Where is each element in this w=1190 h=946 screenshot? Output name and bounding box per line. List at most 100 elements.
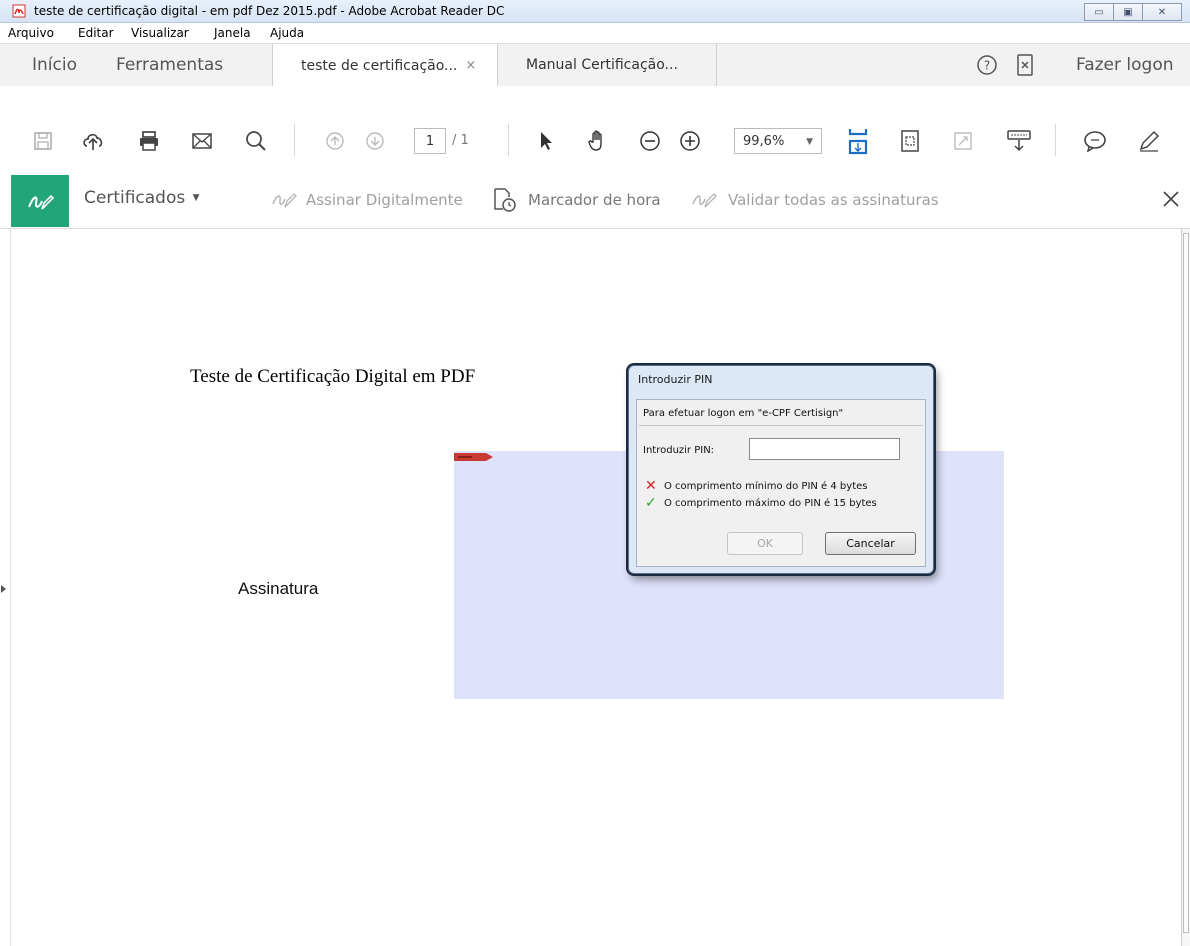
- logon-text: Para efetuar logon em "e-CPF Certisign": [643, 408, 844, 419]
- scrollbar-thumb[interactable]: [1183, 233, 1189, 933]
- validate-all-signatures-button[interactable]: Validar todas as assinaturas: [728, 191, 939, 209]
- pin-max-rule: O comprimento máximo do PIN é 15 bytes: [664, 498, 877, 509]
- page-total: / 1: [452, 133, 469, 148]
- hand-tool-button[interactable]: [585, 128, 611, 154]
- page-up-icon: [326, 132, 344, 150]
- menu-ajuda[interactable]: Ajuda: [270, 26, 304, 40]
- upload-button[interactable]: [80, 128, 106, 154]
- acrobat-pdf-icon: [12, 4, 26, 18]
- signature-pen-icon: [28, 194, 54, 210]
- toolbar-separator: [294, 124, 295, 156]
- maximize-icon: ▣: [1123, 6, 1133, 18]
- zoom-out-button[interactable]: [637, 128, 663, 154]
- help-icon[interactable]: ?: [976, 54, 998, 76]
- document-heading: Teste de Certificação Digital em PDF: [190, 366, 476, 387]
- fullscreen-icon: [954, 132, 972, 150]
- signature-pen-icon: [272, 193, 297, 208]
- invalid-x-icon: ✕: [645, 478, 657, 494]
- svg-text:?: ?: [984, 59, 990, 73]
- save-button[interactable]: [30, 128, 56, 154]
- select-arrow-icon: [541, 132, 552, 150]
- tab-document-manual[interactable]: Manual Certificação...: [497, 44, 717, 86]
- title-bar: teste de certificação digital - em pdf D…: [0, 0, 1190, 23]
- hand-icon: [588, 130, 602, 151]
- certificates-toolbar: Certificados ▼ Assinar Digitalmente Marc…: [0, 162, 1190, 229]
- pin-min-rule: O comprimento mínimo do PIN é 4 bytes: [664, 481, 868, 492]
- read-mode-button[interactable]: [1006, 128, 1032, 154]
- email-icon: [192, 133, 212, 149]
- page-down-icon: [366, 132, 384, 150]
- print-icon: [140, 131, 158, 151]
- comment-icon: [1084, 131, 1106, 152]
- close-icon[interactable]: [1162, 190, 1180, 208]
- save-icon: [34, 132, 52, 150]
- pin-input[interactable]: [749, 438, 900, 460]
- zoom-in-button[interactable]: [677, 128, 703, 154]
- tab-document-label: teste de certificação...: [301, 57, 458, 74]
- toolbar-separator: [1055, 124, 1056, 156]
- keyboard-icon: [1007, 130, 1031, 152]
- comment-button[interactable]: [1082, 128, 1108, 154]
- zoom-value: 99,6%: [743, 133, 785, 149]
- dialog-body: Para efetuar logon em "e-CPF Certisign" …: [636, 399, 926, 567]
- search-button[interactable]: [243, 128, 269, 154]
- tab-close-icon[interactable]: ×: [465, 58, 476, 73]
- certificates-menu[interactable]: Certificados ▼: [84, 188, 200, 208]
- login-button[interactable]: Fazer logon: [1076, 55, 1174, 75]
- page-up-button[interactable]: [322, 128, 348, 154]
- vertical-scrollbar[interactable]: [1181, 229, 1190, 946]
- draw-button[interactable]: [1136, 128, 1162, 154]
- menu-editar[interactable]: Editar: [78, 26, 114, 40]
- cancel-button[interactable]: Cancelar: [825, 532, 916, 555]
- select-tool-button[interactable]: [533, 128, 559, 154]
- page-number-input[interactable]: 1: [414, 128, 446, 154]
- dialog-separator: [639, 425, 923, 426]
- certificates-tool-tile: [11, 175, 69, 227]
- toolbar-separator: [508, 124, 509, 156]
- sign-digitally-button[interactable]: Assinar Digitalmente: [306, 191, 463, 209]
- email-button[interactable]: [189, 128, 215, 154]
- page-view-icon: [901, 130, 919, 152]
- main-toolbar: 1 / 1 99,6% ▼: [0, 86, 1190, 163]
- expand-panel-icon[interactable]: [1, 585, 6, 593]
- chevron-down-icon: ▼: [806, 137, 813, 147]
- fit-page-button[interactable]: [845, 128, 871, 155]
- chevron-down-icon: ▼: [192, 193, 200, 203]
- menu-janela[interactable]: Janela: [214, 26, 251, 40]
- zoom-in-icon: [680, 131, 700, 151]
- upload-cloud-icon: [83, 133, 103, 150]
- window-title: teste de certificação digital - em pdf D…: [34, 4, 505, 18]
- menu-visualizar[interactable]: Visualizar: [131, 26, 189, 40]
- timestamp-icon: [494, 188, 516, 212]
- valid-check-icon: ✓: [645, 495, 657, 511]
- minimize-button[interactable]: ▭: [1084, 3, 1114, 21]
- pin-label: Introduzir PIN:: [643, 445, 715, 456]
- signature-label: Assinatura: [238, 579, 319, 598]
- menu-bar: Arquivo Editar Visualizar Janela Ajuda: [0, 23, 1190, 43]
- timestamp-button[interactable]: Marcador de hora: [528, 191, 661, 209]
- menu-arquivo[interactable]: Arquivo: [8, 26, 54, 40]
- fullscreen-button[interactable]: [950, 128, 976, 154]
- tab-document-active[interactable]: teste de certificação... ×: [272, 44, 498, 87]
- close-icon: ✕: [1157, 6, 1167, 18]
- zoom-out-icon: [640, 131, 660, 151]
- print-button[interactable]: [136, 128, 162, 154]
- tab-home[interactable]: Início: [32, 55, 77, 75]
- pin-dialog: Introduzir PIN Para efetuar logon em "e-…: [628, 365, 934, 574]
- maximize-button[interactable]: ▣: [1113, 3, 1143, 21]
- dialog-title: Introduzir PIN: [638, 373, 713, 386]
- certificates-menu-label: Certificados: [84, 188, 186, 208]
- validate-signature-icon: [692, 193, 717, 208]
- page-view-button[interactable]: [897, 128, 923, 154]
- search-icon: [246, 131, 266, 151]
- zoom-dropdown[interactable]: 99,6% ▼: [734, 128, 822, 154]
- pen-icon: [1139, 130, 1160, 152]
- minimize-icon: ▭: [1094, 6, 1104, 18]
- signature-flag-icon: [454, 453, 493, 461]
- tab-tools[interactable]: Ferramentas: [116, 55, 223, 75]
- ok-button[interactable]: OK: [727, 532, 803, 555]
- mobile-link-icon[interactable]: [1016, 53, 1034, 77]
- close-window-button[interactable]: ✕: [1142, 3, 1182, 21]
- page-down-button[interactable]: [362, 128, 388, 154]
- fit-page-icon: [848, 129, 868, 155]
